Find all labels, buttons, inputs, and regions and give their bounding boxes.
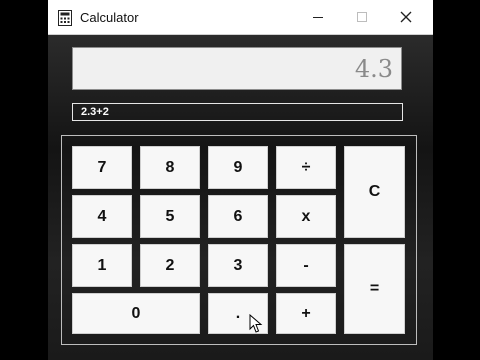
divide-button[interactable]: ÷ — [276, 146, 336, 189]
calculator-body: 4.3 2.3+2 7 8 9 ÷ C 4 5 6 x 1 2 3 - = 0 … — [48, 35, 433, 360]
keypad: 7 8 9 ÷ C 4 5 6 x 1 2 3 - = 0 . + — [61, 135, 417, 345]
result-display: 4.3 — [72, 47, 402, 90]
close-button[interactable] — [384, 0, 428, 34]
equals-button[interactable]: = — [344, 244, 405, 334]
title-bar[interactable]: Calculator — [48, 0, 433, 35]
calculator-icon — [58, 10, 72, 26]
multiply-button[interactable]: x — [276, 195, 336, 238]
calculator-window: Calculator 4.3 2.3+2 7 8 9 ÷ C 4 5 6 x 1… — [48, 0, 433, 360]
key-6[interactable]: 6 — [208, 195, 268, 238]
minus-button[interactable]: - — [276, 244, 336, 287]
expression-field: 2.3+2 — [72, 103, 403, 121]
close-icon — [400, 11, 412, 23]
key-9[interactable]: 9 — [208, 146, 268, 189]
expression-text: 2.3+2 — [81, 106, 109, 118]
key-2[interactable]: 2 — [140, 244, 200, 287]
result-value: 4.3 — [354, 55, 393, 83]
key-7[interactable]: 7 — [72, 146, 132, 189]
clear-button[interactable]: C — [344, 146, 405, 238]
maximize-button[interactable] — [340, 0, 384, 34]
key-3[interactable]: 3 — [208, 244, 268, 287]
window-title: Calculator — [80, 10, 139, 25]
plus-button[interactable]: + — [276, 293, 336, 334]
minimize-button[interactable] — [296, 0, 340, 34]
maximize-icon — [357, 12, 367, 22]
key-8[interactable]: 8 — [140, 146, 200, 189]
key-1[interactable]: 1 — [72, 244, 132, 287]
mouse-pointer-icon — [249, 314, 263, 333]
key-5[interactable]: 5 — [140, 195, 200, 238]
key-0[interactable]: 0 — [72, 293, 200, 334]
minimize-icon — [313, 17, 323, 18]
key-4[interactable]: 4 — [72, 195, 132, 238]
